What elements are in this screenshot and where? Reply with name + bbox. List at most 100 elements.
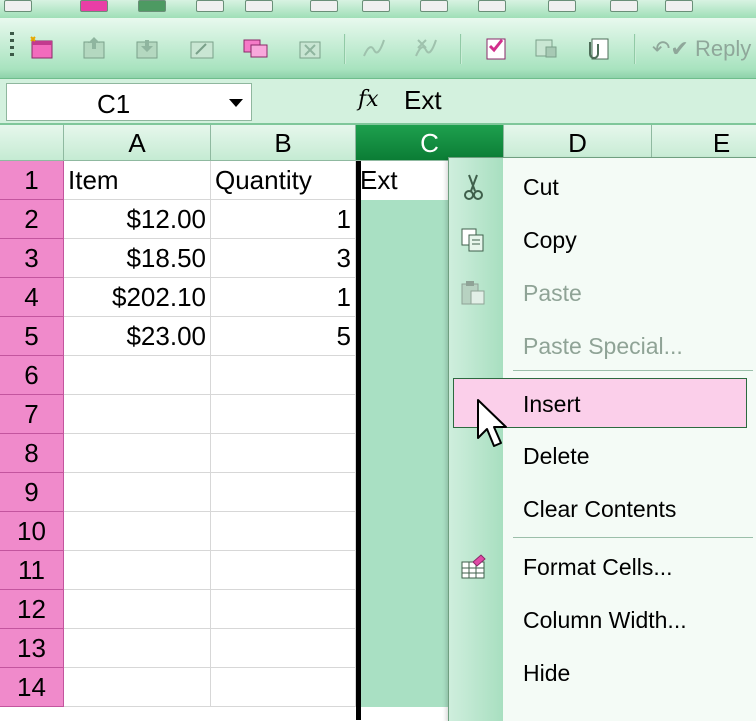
- copy-icon: [459, 226, 487, 254]
- name-box[interactable]: C1: [6, 83, 252, 121]
- chevron-down-icon[interactable]: [225, 94, 247, 112]
- track-changes-icon[interactable]: [482, 34, 510, 62]
- menu-item-label: Insert: [523, 391, 581, 417]
- delete-comment-icon[interactable]: [296, 34, 324, 62]
- menu-item-cut[interactable]: Cut: [449, 162, 756, 212]
- delete-ink-icon[interactable]: [412, 34, 440, 62]
- cell-b1[interactable]: Quantity: [211, 161, 356, 200]
- toolbar-icon[interactable]: [138, 0, 166, 12]
- menu-item-clear-contents[interactable]: Clear Contents: [449, 484, 756, 534]
- previous-comment-icon[interactable]: [80, 34, 108, 62]
- row-header-2[interactable]: 2: [0, 200, 64, 239]
- show-all-comments-icon[interactable]: [242, 34, 270, 62]
- cell-b4[interactable]: 1: [211, 278, 356, 317]
- menu-item-label: Clear Contents: [523, 496, 677, 522]
- toolbar-icon[interactable]: [610, 0, 638, 12]
- insert-function-button[interactable]: fx: [358, 87, 379, 112]
- cell-a6[interactable]: [64, 356, 211, 395]
- cell-b3[interactable]: 3: [211, 239, 356, 278]
- formula-input[interactable]: Ext: [404, 85, 442, 116]
- reply-label: Reply: [695, 36, 752, 61]
- row-header-11[interactable]: 11: [0, 551, 64, 590]
- cell-b13[interactable]: [211, 629, 356, 668]
- menu-toolbar-strip: [0, 0, 756, 19]
- menu-item-column-width[interactable]: Column Width...: [449, 595, 756, 645]
- cell-a8[interactable]: [64, 434, 211, 473]
- menu-item-hide[interactable]: Hide: [449, 648, 756, 698]
- row-header-7[interactable]: 7: [0, 395, 64, 434]
- cell-a13[interactable]: [64, 629, 211, 668]
- menu-item-paste-special[interactable]: Paste Special...: [449, 321, 756, 371]
- row-header-3[interactable]: 3: [0, 239, 64, 278]
- attach-icon[interactable]: [584, 34, 612, 62]
- cell-b8[interactable]: [211, 434, 356, 473]
- cell-a12[interactable]: [64, 590, 211, 629]
- toolbar-icon[interactable]: [548, 0, 576, 12]
- ink-annotation-icon[interactable]: [360, 34, 388, 62]
- column-header-d[interactable]: D: [504, 125, 652, 161]
- cell-a5[interactable]: $23.00: [64, 317, 211, 356]
- row-header-9[interactable]: 9: [0, 473, 64, 512]
- protect-sheet-icon[interactable]: [532, 34, 560, 62]
- cell-b10[interactable]: [211, 512, 356, 551]
- toolbar-grip[interactable]: [10, 32, 14, 60]
- cell-a11[interactable]: [64, 551, 211, 590]
- cell-a3[interactable]: $18.50: [64, 239, 211, 278]
- row-header-1[interactable]: 1: [0, 161, 64, 200]
- cell-a2[interactable]: $12.00: [64, 200, 211, 239]
- cell-b9[interactable]: [211, 473, 356, 512]
- column-header-c[interactable]: C: [356, 125, 504, 161]
- toolbar-icon[interactable]: [362, 0, 390, 12]
- cell-a14[interactable]: [64, 668, 211, 707]
- menu-item-copy[interactable]: Copy: [449, 215, 756, 265]
- menu-item-label: Paste Special...: [523, 333, 683, 359]
- column-header-a[interactable]: A: [64, 125, 211, 161]
- cell-b11[interactable]: [211, 551, 356, 590]
- toolbar-separator: [460, 34, 462, 64]
- toolbar-icon[interactable]: [4, 0, 32, 12]
- formula-bar: C1 fx Ext: [0, 79, 756, 125]
- row-header-6[interactable]: 6: [0, 356, 64, 395]
- row-header-10[interactable]: 10: [0, 512, 64, 551]
- row-header-8[interactable]: 8: [0, 434, 64, 473]
- select-all-corner[interactable]: [0, 125, 64, 161]
- cell-b14[interactable]: [211, 668, 356, 707]
- row-header-5[interactable]: 5: [0, 317, 64, 356]
- menu-item-paste[interactable]: Paste: [449, 268, 756, 318]
- cell-a1[interactable]: Item: [64, 161, 211, 200]
- menu-item-label: Hide: [523, 660, 571, 686]
- cell-a9[interactable]: [64, 473, 211, 512]
- mouse-pointer-icon: [477, 399, 507, 447]
- row-header-4[interactable]: 4: [0, 278, 64, 317]
- toolbar-icon[interactable]: [310, 0, 338, 12]
- toolbar-icon[interactable]: [420, 0, 448, 12]
- row-header-12[interactable]: 12: [0, 590, 64, 629]
- column-header-b[interactable]: B: [211, 125, 356, 161]
- row-header-13[interactable]: 13: [0, 629, 64, 668]
- selected-column-border: [356, 161, 361, 720]
- show-comment-icon[interactable]: [188, 34, 216, 62]
- reply-with-changes-button[interactable]: ↶✔ Reply: [652, 36, 751, 62]
- toolbar-icon[interactable]: [80, 0, 108, 12]
- cell-b6[interactable]: [211, 356, 356, 395]
- toolbar-icon[interactable]: [478, 0, 506, 12]
- toolbar-separator: [344, 34, 346, 64]
- menu-item-format-cells[interactable]: Format Cells...: [449, 542, 756, 592]
- cell-b2[interactable]: 1: [211, 200, 356, 239]
- new-comment-icon[interactable]: [28, 34, 56, 62]
- column-header-e[interactable]: E: [652, 125, 756, 161]
- paste-icon: [459, 279, 487, 307]
- next-comment-icon[interactable]: [133, 34, 161, 62]
- cell-a4[interactable]: $202.10: [64, 278, 211, 317]
- reply-icon: ↶✔: [652, 36, 689, 61]
- cell-b7[interactable]: [211, 395, 356, 434]
- cell-a10[interactable]: [64, 512, 211, 551]
- toolbar-icon[interactable]: [665, 0, 693, 12]
- row-header-14[interactable]: 14: [0, 668, 64, 707]
- cell-a7[interactable]: [64, 395, 211, 434]
- menu-item-label: Cut: [523, 174, 559, 200]
- cell-b5[interactable]: 5: [211, 317, 356, 356]
- cell-b12[interactable]: [211, 590, 356, 629]
- toolbar-icon[interactable]: [196, 0, 224, 12]
- toolbar-icon[interactable]: [245, 0, 273, 12]
